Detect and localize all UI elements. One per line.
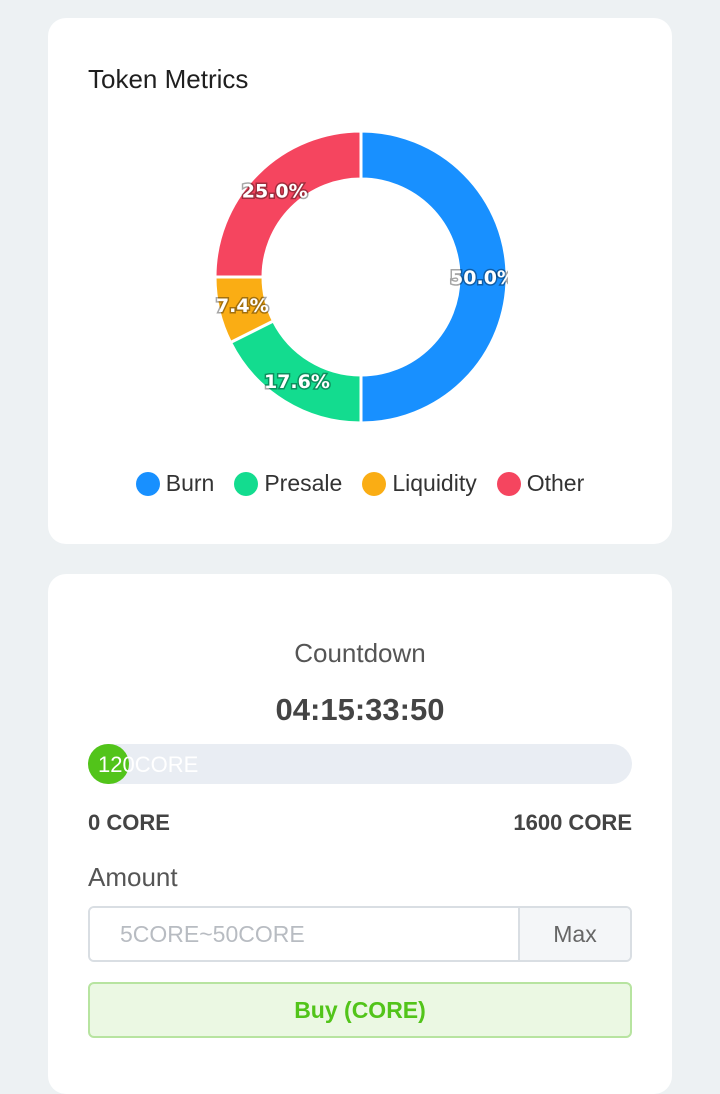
legend-label: Burn xyxy=(165,470,215,496)
legend-dot-icon xyxy=(234,471,259,496)
donut-label-other: 25.0% xyxy=(242,181,308,203)
donut-label-liquidity: 7.4% xyxy=(216,295,269,317)
legend-label: Presale xyxy=(264,470,343,496)
progress-min-label: 0 CORE xyxy=(88,810,170,835)
legend-dot-icon xyxy=(362,471,387,496)
legend-item-presale[interactable]: Presale xyxy=(234,470,342,497)
amount-input[interactable] xyxy=(90,908,518,960)
presale-card: Countdown 04:15:33:50 120CORE 0 CORE 160… xyxy=(48,574,672,1094)
amount-label: Amount xyxy=(88,862,178,892)
legend-item-other[interactable]: Other xyxy=(496,470,585,497)
legend-item-liquidity[interactable]: Liquidity xyxy=(362,470,477,497)
donut-label-burn: 50.0% xyxy=(450,267,508,289)
donut-label-presale: 17.6% xyxy=(264,371,330,393)
buy-button[interactable]: Buy (CORE) xyxy=(88,982,632,1038)
legend-item-burn[interactable]: Burn xyxy=(135,470,215,497)
max-button[interactable]: Max xyxy=(518,908,630,960)
presale-progress-text: 120CORE xyxy=(98,752,199,777)
countdown-label: Countdown xyxy=(294,638,426,668)
legend-label: Other xyxy=(526,470,585,496)
countdown-timer: 04:15:33:50 xyxy=(275,692,445,727)
legend-dot-icon xyxy=(496,471,521,496)
legend-dot-icon xyxy=(135,471,160,496)
chart-legend: Burn Presale Liquidity Other xyxy=(48,470,672,497)
token-metrics-title: Token Metrics xyxy=(88,64,249,94)
token-metrics-card: Token Metrics 50.0% 17.6% 7.4% 25.0% Burn Pr… xyxy=(48,18,672,544)
amount-input-group: Max xyxy=(88,906,632,962)
presale-progress-bar: 120CORE xyxy=(88,744,632,784)
progress-max-label: 1600 CORE xyxy=(513,810,632,835)
token-metrics-donut-chart: 50.0% 17.6% 7.4% 25.0% xyxy=(214,130,508,424)
donut-slice-other[interactable] xyxy=(214,130,363,279)
legend-label: Liquidity xyxy=(392,470,477,496)
